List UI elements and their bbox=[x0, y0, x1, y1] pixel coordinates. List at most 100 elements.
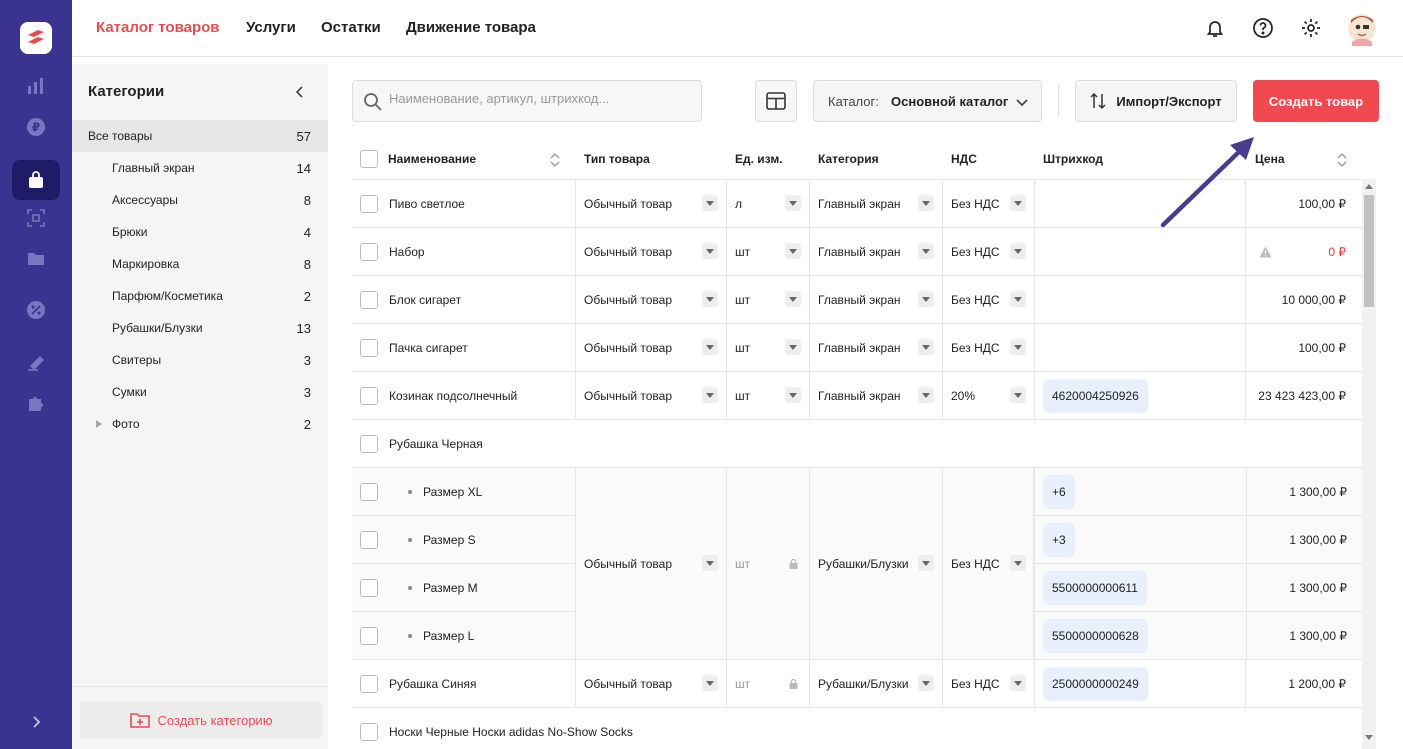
unit-cell[interactable]: шт bbox=[726, 228, 809, 276]
dropdown-arrow-icon[interactable] bbox=[1010, 195, 1026, 211]
expand-rail-icon[interactable] bbox=[0, 702, 72, 742]
variant-row[interactable]: Размер L bbox=[352, 612, 575, 660]
dropdown-arrow-icon[interactable] bbox=[785, 291, 801, 307]
dropdown-arrow-icon[interactable] bbox=[702, 555, 718, 571]
price-cell[interactable]: 1 300,00 ₽ bbox=[1246, 612, 1362, 660]
barcode-cell[interactable]: 5500000000611 bbox=[1035, 564, 1246, 612]
barcode-cell[interactable] bbox=[1034, 324, 1245, 372]
dropdown-arrow-icon[interactable] bbox=[918, 195, 934, 211]
dropdown-arrow-icon[interactable] bbox=[918, 555, 934, 571]
puzzle-icon[interactable] bbox=[0, 383, 72, 423]
barcode-cell[interactable] bbox=[1034, 228, 1245, 276]
barcode-cell[interactable]: +3 bbox=[1035, 516, 1246, 564]
bell-icon[interactable] bbox=[1203, 16, 1227, 40]
category-item[interactable]: Сумки 3 bbox=[72, 376, 328, 408]
price-cell[interactable]: 1 300,00 ₽ bbox=[1246, 516, 1362, 564]
type-cell[interactable]: Обычный товар bbox=[575, 228, 726, 276]
unit-cell[interactable]: л bbox=[726, 180, 809, 228]
category-item[interactable]: Маркировка 8 bbox=[72, 248, 328, 280]
dropdown-arrow-icon[interactable] bbox=[918, 243, 934, 259]
search-input[interactable] bbox=[389, 91, 689, 106]
row-checkbox[interactable] bbox=[360, 339, 378, 357]
barcode-chip[interactable]: +6 bbox=[1043, 475, 1075, 509]
dropdown-arrow-icon[interactable] bbox=[785, 195, 801, 211]
barcode-chip[interactable]: 5500000000611 bbox=[1043, 571, 1147, 605]
help-icon[interactable] bbox=[1251, 16, 1275, 40]
sort-icon[interactable] bbox=[550, 153, 560, 167]
column-header-vat[interactable]: НДС bbox=[951, 152, 977, 166]
price-cell[interactable]: 100,00 ₽ bbox=[1245, 324, 1362, 372]
table-row[interactable]: Козинак подсолнечный Обычный товар шт Гл… bbox=[352, 372, 1362, 420]
barcode-cell[interactable] bbox=[1034, 276, 1245, 324]
row-checkbox[interactable] bbox=[360, 579, 378, 597]
category-cell[interactable]: Рубашки/Блузки bbox=[809, 468, 942, 660]
column-header-barcode[interactable]: Штрихкод bbox=[1043, 152, 1103, 166]
tab-services[interactable]: Услуги bbox=[246, 19, 296, 36]
dropdown-arrow-icon[interactable] bbox=[785, 243, 801, 259]
table-row[interactable]: Пачка сигарет Обычный товар шт Главный э… bbox=[352, 324, 1362, 372]
tab-movement[interactable]: Движение товара bbox=[406, 19, 536, 36]
column-header-unit[interactable]: Ед. изм. bbox=[735, 152, 783, 166]
row-checkbox[interactable] bbox=[360, 435, 378, 453]
avatar[interactable] bbox=[1346, 12, 1378, 46]
dropdown-arrow-icon[interactable] bbox=[1010, 291, 1026, 307]
scroll-up-icon[interactable] bbox=[1365, 183, 1373, 189]
dropdown-arrow-icon[interactable] bbox=[785, 387, 801, 403]
scroll-down-icon[interactable] bbox=[1365, 735, 1373, 741]
dropdown-arrow-icon[interactable] bbox=[702, 291, 718, 307]
create-product-button[interactable]: Создать товар bbox=[1253, 80, 1379, 122]
row-checkbox[interactable] bbox=[360, 291, 378, 309]
gear-icon[interactable] bbox=[1299, 16, 1323, 40]
price-cell[interactable]: 10 000,00 ₽ bbox=[1245, 276, 1362, 324]
category-cell[interactable]: Главный экран bbox=[809, 372, 942, 420]
vat-cell[interactable]: 20% bbox=[942, 372, 1034, 420]
dropdown-arrow-icon[interactable] bbox=[702, 195, 718, 211]
row-checkbox[interactable] bbox=[360, 723, 378, 741]
vat-cell[interactable]: Без НДС bbox=[942, 468, 1034, 660]
category-cell[interactable]: Рубашки/Блузки bbox=[809, 660, 942, 708]
dropdown-arrow-icon[interactable] bbox=[918, 291, 934, 307]
barcode-chip[interactable]: 2500000000249 bbox=[1043, 667, 1148, 701]
category-item[interactable]: Парфюм/Косметика 2 bbox=[72, 280, 328, 312]
analytics-icon[interactable] bbox=[0, 66, 72, 106]
dropdown-arrow-icon[interactable] bbox=[1010, 555, 1026, 571]
sort-icon[interactable] bbox=[1337, 153, 1347, 167]
dropdown-arrow-icon[interactable] bbox=[702, 243, 718, 259]
barcode-cell[interactable]: +6 bbox=[1035, 468, 1246, 516]
vat-cell[interactable]: Без НДС bbox=[942, 180, 1034, 228]
row-checkbox[interactable] bbox=[360, 531, 378, 549]
row-checkbox[interactable] bbox=[360, 483, 378, 501]
row-checkbox[interactable] bbox=[360, 243, 378, 261]
vat-cell[interactable]: Без НДС bbox=[942, 228, 1034, 276]
variant-row[interactable]: Размер M bbox=[352, 564, 575, 612]
folder-icon[interactable] bbox=[0, 238, 72, 278]
price-cell[interactable]: 23 423 423,00 ₽ bbox=[1245, 372, 1362, 420]
tab-catalog[interactable]: Каталог товаров bbox=[96, 19, 220, 36]
app-logo-icon[interactable] bbox=[20, 22, 52, 54]
catalog-select[interactable]: Каталог: Основной каталог bbox=[813, 80, 1042, 122]
row-checkbox[interactable] bbox=[360, 195, 378, 213]
table-row[interactable]: Блок сигарет Обычный товар шт Главный эк… bbox=[352, 276, 1362, 324]
expand-caret-icon[interactable] bbox=[95, 420, 103, 428]
select-all-checkbox[interactable] bbox=[360, 150, 378, 168]
tab-stock[interactable]: Остатки bbox=[321, 19, 381, 36]
type-cell[interactable]: Обычный товар bbox=[575, 276, 726, 324]
dropdown-arrow-icon[interactable] bbox=[702, 675, 718, 691]
category-cell[interactable]: Главный экран bbox=[809, 324, 942, 372]
price-cell[interactable]: 1 300,00 ₽ bbox=[1246, 564, 1362, 612]
category-item[interactable]: Свитеры 3 bbox=[72, 344, 328, 376]
vat-cell[interactable]: Без НДС bbox=[942, 324, 1034, 372]
type-cell[interactable]: Обычный товар bbox=[575, 372, 726, 420]
import-export-button[interactable]: Импорт/Экспорт bbox=[1075, 80, 1237, 122]
ruble-icon[interactable]: ₽ bbox=[0, 107, 72, 147]
row-checkbox[interactable] bbox=[360, 675, 378, 693]
type-cell[interactable]: Обычный товар bbox=[575, 324, 726, 372]
variant-row[interactable]: Размер XL bbox=[352, 468, 575, 516]
category-cell[interactable]: Главный экран bbox=[809, 228, 942, 276]
dropdown-arrow-icon[interactable] bbox=[702, 339, 718, 355]
category-item-photo[interactable]: Фото 2 bbox=[72, 408, 328, 440]
discount-icon[interactable] bbox=[0, 290, 72, 330]
barcode-chip[interactable]: 5500000000628 bbox=[1043, 619, 1148, 653]
catalog-bag-icon[interactable] bbox=[0, 160, 72, 200]
create-category-button[interactable]: Создать категорию bbox=[80, 701, 322, 739]
